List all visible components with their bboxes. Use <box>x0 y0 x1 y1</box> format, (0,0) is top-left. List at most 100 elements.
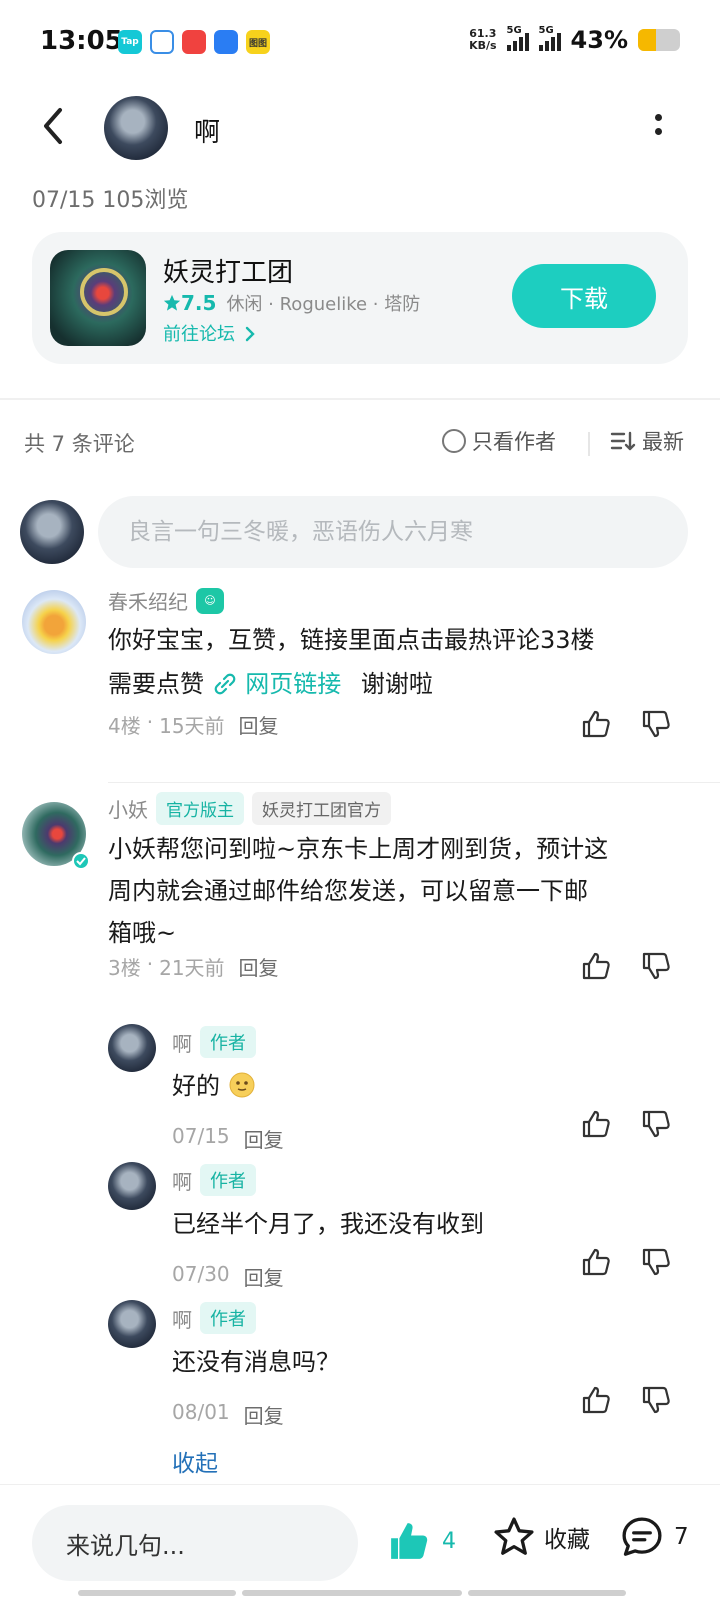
reply-avatar[interactable] <box>108 1300 156 1348</box>
thumbs-up-icon[interactable] <box>580 1384 612 1416</box>
author-tag: 作者 <box>200 1302 256 1334</box>
game-tags: 休闲 · Roguelike · 塔防 <box>226 294 421 315</box>
signal-1-icon: 5G <box>506 25 529 51</box>
comments-button[interactable]: 7 <box>620 1515 689 1559</box>
reply-button[interactable]: 回复 <box>244 1400 284 1429</box>
header-separator <box>588 432 590 456</box>
level-badge-icon: ☺ <box>196 587 224 614</box>
collapse-replies-button[interactable]: 收起 <box>172 1444 218 1478</box>
thumbs-down-icon[interactable] <box>640 1384 672 1416</box>
official-moderator-tag: 官方版主 <box>156 792 244 825</box>
comment-text-fragment: 谢谢啦 <box>360 670 433 698</box>
sort-icon <box>610 431 636 451</box>
favorite-label[interactable]: 收藏 <box>544 1520 590 1554</box>
reply-text-content: 好的 <box>172 1072 220 1100</box>
status-bar: 13:05 Tap 图图 61.3 KB/s 5G 5G 43% <box>0 0 720 88</box>
thumbs-down-icon[interactable] <box>640 950 672 982</box>
thumbs-up-icon[interactable] <box>580 1246 612 1278</box>
favorite-button[interactable]: 收藏 <box>492 1515 590 1559</box>
more-options-button[interactable] <box>652 114 664 144</box>
reply-meta: 08/01 回复 <box>172 1400 284 1429</box>
reply-author[interactable]: 啊 <box>172 1304 192 1333</box>
comment-text: 你好宝宝，互赞，链接里面点击最热评论33楼 需要点赞 网页链接 谢谢啦 <box>108 618 688 706</box>
game-rating-value: 7.5 <box>181 291 217 315</box>
reply-button[interactable]: 回复 <box>239 710 279 739</box>
comment-text-line: 你好宝宝，互赞，链接里面点击最热评论33楼 <box>108 626 595 654</box>
reply-name-row: 啊 作者 <box>172 1164 256 1196</box>
floor-number: 4楼 <box>108 714 141 738</box>
commenter-avatar[interactable] <box>22 590 86 654</box>
author-avatar[interactable] <box>104 96 168 160</box>
like-button[interactable]: 4 <box>386 1519 456 1563</box>
reply-date: 07/15 <box>172 1124 230 1148</box>
download-button[interactable]: 下载 <box>512 264 656 328</box>
net-speed: 61.3 KB/s <box>469 28 496 52</box>
thumbs-up-icon[interactable] <box>580 708 612 740</box>
app-face-icon <box>214 30 238 54</box>
sort-button[interactable]: 最新 <box>610 426 684 456</box>
status-right: 61.3 KB/s 5G 5G 43% <box>469 25 680 54</box>
thumbs-down-icon[interactable] <box>640 1246 672 1278</box>
web-link[interactable]: 网页链接 <box>245 670 341 698</box>
back-button[interactable] <box>34 104 74 148</box>
author-name[interactable]: 啊 <box>194 112 220 149</box>
bottom-action-bar: 来说几句... 4 收藏 7 <box>0 1484 720 1600</box>
status-app-icons: Tap 图图 <box>118 30 270 54</box>
reply-item: 啊 作者 好的 07/15 回复 <box>0 1024 720 1152</box>
post-meta: 07/15 105浏览 <box>32 188 189 213</box>
star-outline-icon <box>494 1517 534 1555</box>
commenter-name[interactable]: 小妖 <box>108 794 148 823</box>
weibo-icon <box>182 30 206 54</box>
comment-input[interactable] <box>98 496 688 568</box>
taptap-icon: Tap <box>118 30 142 54</box>
thumbs-down-icon[interactable] <box>640 708 672 740</box>
reply-button[interactable]: 回复 <box>244 1124 284 1153</box>
signal-2-label: 5G <box>538 25 554 36</box>
sort-label[interactable]: 最新 <box>642 426 684 456</box>
game-card[interactable]: 妖灵打工团 7.5 休闲 · Roguelike · 塔防 前往论坛 下载 <box>32 232 688 364</box>
reply-avatar[interactable] <box>108 1162 156 1210</box>
battery-percent: 43% <box>570 26 628 54</box>
verified-icon <box>72 852 90 870</box>
official-account-tag: 妖灵打工团官方 <box>252 792 391 825</box>
game-icon[interactable] <box>50 250 146 346</box>
reply-author[interactable]: 啊 <box>172 1166 192 1195</box>
section-divider <box>0 398 720 400</box>
reply-date: 07/30 <box>172 1262 230 1286</box>
reply-avatar[interactable] <box>108 1024 156 1072</box>
author-tag: 作者 <box>200 1164 256 1196</box>
app-yellow-icon: 图图 <box>246 30 270 54</box>
only-author-label[interactable]: 只看作者 <box>472 426 556 456</box>
thumbs-up-filled-icon <box>391 1523 428 1559</box>
star-icon <box>163 294 181 311</box>
signal-1-label: 5G <box>506 25 522 36</box>
thumbs-up-icon[interactable] <box>580 950 612 982</box>
game-title[interactable]: 妖灵打工团 <box>163 252 293 289</box>
chevron-right-icon <box>245 326 255 342</box>
reply-button[interactable]: 回复 <box>244 1262 284 1291</box>
comment-divider <box>108 782 720 783</box>
reply-button[interactable]: 回复 <box>239 952 279 981</box>
forum-link[interactable]: 前往论坛 <box>163 320 257 346</box>
reply-author[interactable]: 啊 <box>172 1028 192 1057</box>
comment-meta: 4楼 · 15天前 回复 <box>108 710 279 739</box>
commenter-name[interactable]: 春禾绍纪 <box>108 586 188 615</box>
comment-text-line: 箱哦~ <box>108 919 177 947</box>
bottom-comment-input[interactable]: 来说几句... <box>32 1505 358 1581</box>
radio-icon[interactable] <box>442 429 466 453</box>
nav-indicator <box>242 1590 462 1596</box>
commenter-name-row: 春禾绍纪 ☺ <box>108 586 224 615</box>
reply-text: 好的 <box>172 1064 256 1108</box>
comment-text-line: 需要点赞 网页链接 谢谢啦 <box>108 662 688 706</box>
comments-header: 共 7 条评论 只看作者 最新 <box>0 424 720 464</box>
status-time: 13:05 <box>40 26 123 56</box>
thumbs-up-icon[interactable] <box>580 1108 612 1140</box>
thumbs-down-icon[interactable] <box>640 1108 672 1140</box>
reply-meta: 07/30 回复 <box>172 1262 284 1291</box>
forum-link-label[interactable]: 前往论坛 <box>163 324 235 345</box>
reply-name-row: 啊 作者 <box>172 1026 256 1058</box>
reply-text: 还没有消息吗？ <box>172 1348 340 1376</box>
only-author-toggle[interactable]: 只看作者 <box>442 426 556 456</box>
signal-2-icon: 5G <box>538 25 561 51</box>
reply-name-row: 啊 作者 <box>172 1302 256 1334</box>
